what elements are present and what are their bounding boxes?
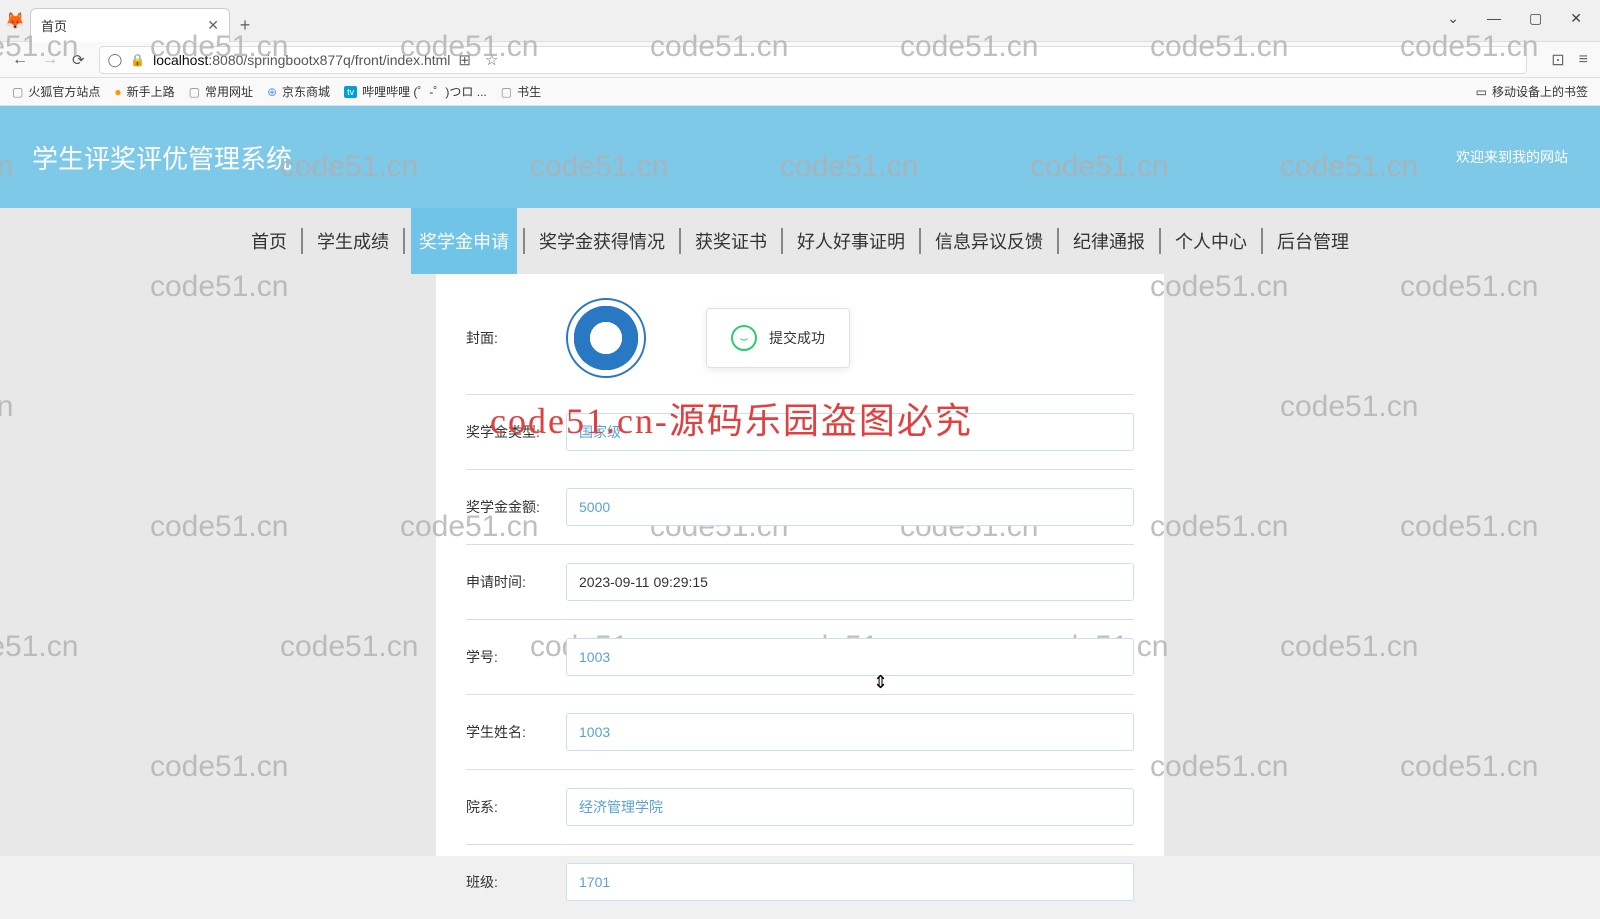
nav-item[interactable]: 信息异议反馈	[927, 208, 1051, 274]
cover-image[interactable]	[566, 298, 646, 378]
url-text: localhost:8080/springbootx877q/front/ind…	[153, 52, 450, 68]
browser-tab-bar: 🦊 首页 ✕ + ⌄ — ▢ ✕	[0, 0, 1600, 42]
folder-icon: ▢	[189, 85, 200, 99]
cover-label: 封面:	[466, 328, 566, 348]
nav-item[interactable]: 纪律通报	[1065, 208, 1153, 274]
sid-input[interactable]	[566, 638, 1134, 676]
form-row-cover: 封面: ⌣ 提交成功	[466, 288, 1134, 395]
nav-separator	[1159, 228, 1161, 254]
dept-input[interactable]	[566, 788, 1134, 826]
firefox-icon: ●	[114, 85, 121, 99]
success-toast: ⌣ 提交成功	[706, 308, 850, 368]
nav-item[interactable]: 学生成绩	[309, 208, 397, 274]
bookmark-item[interactable]: tv哔哩哔哩 (゜-゜)つロ ...	[344, 83, 487, 100]
form-row-dept: 院系:	[466, 770, 1134, 845]
nav-separator	[919, 228, 921, 254]
form-row-sid: 学号:	[466, 620, 1134, 695]
sname-label: 学生姓名:	[466, 722, 566, 742]
form-row-type: 奖学金类型:	[466, 395, 1134, 470]
nav-item[interactable]: 个人中心	[1167, 208, 1255, 274]
nav-separator	[1261, 228, 1263, 254]
welcome-text: 欢迎来到我的网站	[1456, 147, 1568, 167]
sid-label: 学号:	[466, 647, 566, 667]
class-input[interactable]	[566, 863, 1134, 901]
time-label: 申请时间:	[466, 572, 566, 592]
nav-item[interactable]: 奖学金获得情况	[531, 208, 673, 274]
dropdown-icon[interactable]: ⌄	[1447, 10, 1459, 27]
page-header: 学生评奖评优管理系统 欢迎来到我的网站	[0, 106, 1600, 208]
address-bar[interactable]: ◯ 🔒 localhost:8080/springbootx877q/front…	[99, 46, 1528, 74]
nav-separator	[1057, 228, 1059, 254]
form-panel: 封面: ⌣ 提交成功 奖学金类型: 奖学金金额: 申请时间: 学号:	[436, 274, 1164, 856]
content-area: 封面: ⌣ 提交成功 奖学金类型: 奖学金金额: 申请时间: 学号:	[0, 274, 1600, 856]
form-row-time: 申请时间:	[466, 545, 1134, 620]
close-icon[interactable]: ✕	[1570, 10, 1582, 27]
time-input[interactable]	[566, 563, 1134, 601]
window-controls: ⌄ — ▢ ✕	[1447, 0, 1600, 27]
nav-item[interactable]: 好人好事证明	[789, 208, 913, 274]
reload-icon[interactable]: ⟳	[72, 51, 85, 69]
type-input[interactable]	[566, 413, 1134, 451]
bookmark-item[interactable]: ▢常用网址	[189, 83, 253, 100]
extensions-icon[interactable]: ⊡	[1551, 50, 1564, 70]
nav-separator	[403, 228, 405, 254]
nav-item[interactable]: 获奖证书	[687, 208, 775, 274]
type-label: 奖学金类型:	[466, 422, 566, 442]
form-row-class: 班级:	[466, 845, 1134, 919]
amount-label: 奖学金金额:	[466, 497, 566, 517]
class-label: 班级:	[466, 872, 566, 892]
text-cursor-icon: ⇕	[873, 672, 888, 693]
nav-item[interactable]: 后台管理	[1269, 208, 1357, 274]
bilibili-icon: tv	[344, 86, 357, 98]
nav-separator	[679, 228, 681, 254]
toast-text: 提交成功	[769, 328, 825, 348]
qr-icon[interactable]: ⊞	[458, 51, 471, 69]
minimize-icon[interactable]: —	[1487, 10, 1501, 27]
amount-input[interactable]	[566, 488, 1134, 526]
nav-item[interactable]: 奖学金申请	[411, 208, 517, 274]
nav-separator	[523, 228, 525, 254]
browser-tab[interactable]: 首页 ✕	[30, 8, 230, 42]
nav-item[interactable]: 首页	[243, 208, 295, 274]
maximize-icon[interactable]: ▢	[1529, 10, 1542, 27]
bookmark-bar: ▢火狐官方站点 ●新手上路 ▢常用网址 ⊕京东商城 tv哔哩哔哩 (゜-゜)つロ…	[0, 78, 1600, 106]
tab-title: 首页	[41, 16, 67, 35]
globe-icon: ⊕	[267, 85, 277, 99]
menu-icon[interactable]: ≡	[1579, 51, 1588, 69]
sname-input[interactable]	[566, 713, 1134, 751]
bookmark-item[interactable]: ●新手上路	[114, 83, 174, 100]
bookmark-star-icon[interactable]: ☆	[485, 51, 498, 69]
firefox-icon: 🦊	[0, 0, 30, 42]
folder-icon: ▢	[501, 85, 512, 99]
bookmark-item[interactable]: ⊕京东商城	[267, 83, 330, 100]
address-row: ← → ⟳ ◯ 🔒 localhost:8080/springbootx877q…	[0, 42, 1600, 78]
main-nav: 首页学生成绩奖学金申请奖学金获得情况获奖证书好人好事证明信息异议反馈纪律通报个人…	[0, 208, 1600, 274]
dept-label: 院系:	[466, 797, 566, 817]
folder-icon: ▢	[12, 85, 23, 99]
mobile-icon: ▭	[1476, 85, 1487, 99]
back-icon[interactable]: ←	[12, 51, 28, 69]
close-icon[interactable]: ✕	[207, 17, 219, 34]
system-title: 学生评奖评优管理系统	[32, 139, 292, 176]
forward-icon[interactable]: →	[42, 51, 58, 69]
shield-icon: ◯	[108, 52, 123, 68]
mobile-bookmarks[interactable]: ▭移动设备上的书签	[1476, 83, 1588, 100]
nav-separator	[301, 228, 303, 254]
bookmark-item[interactable]: ▢书生	[501, 83, 541, 100]
new-tab-button[interactable]: +	[230, 8, 260, 42]
form-row-amount: 奖学金金额:	[466, 470, 1134, 545]
form-row-sname: 学生姓名:	[466, 695, 1134, 770]
bookmark-item[interactable]: ▢火狐官方站点	[12, 83, 100, 100]
lock-icon: 🔒	[130, 53, 145, 67]
nav-separator	[781, 228, 783, 254]
smile-icon: ⌣	[731, 325, 757, 351]
